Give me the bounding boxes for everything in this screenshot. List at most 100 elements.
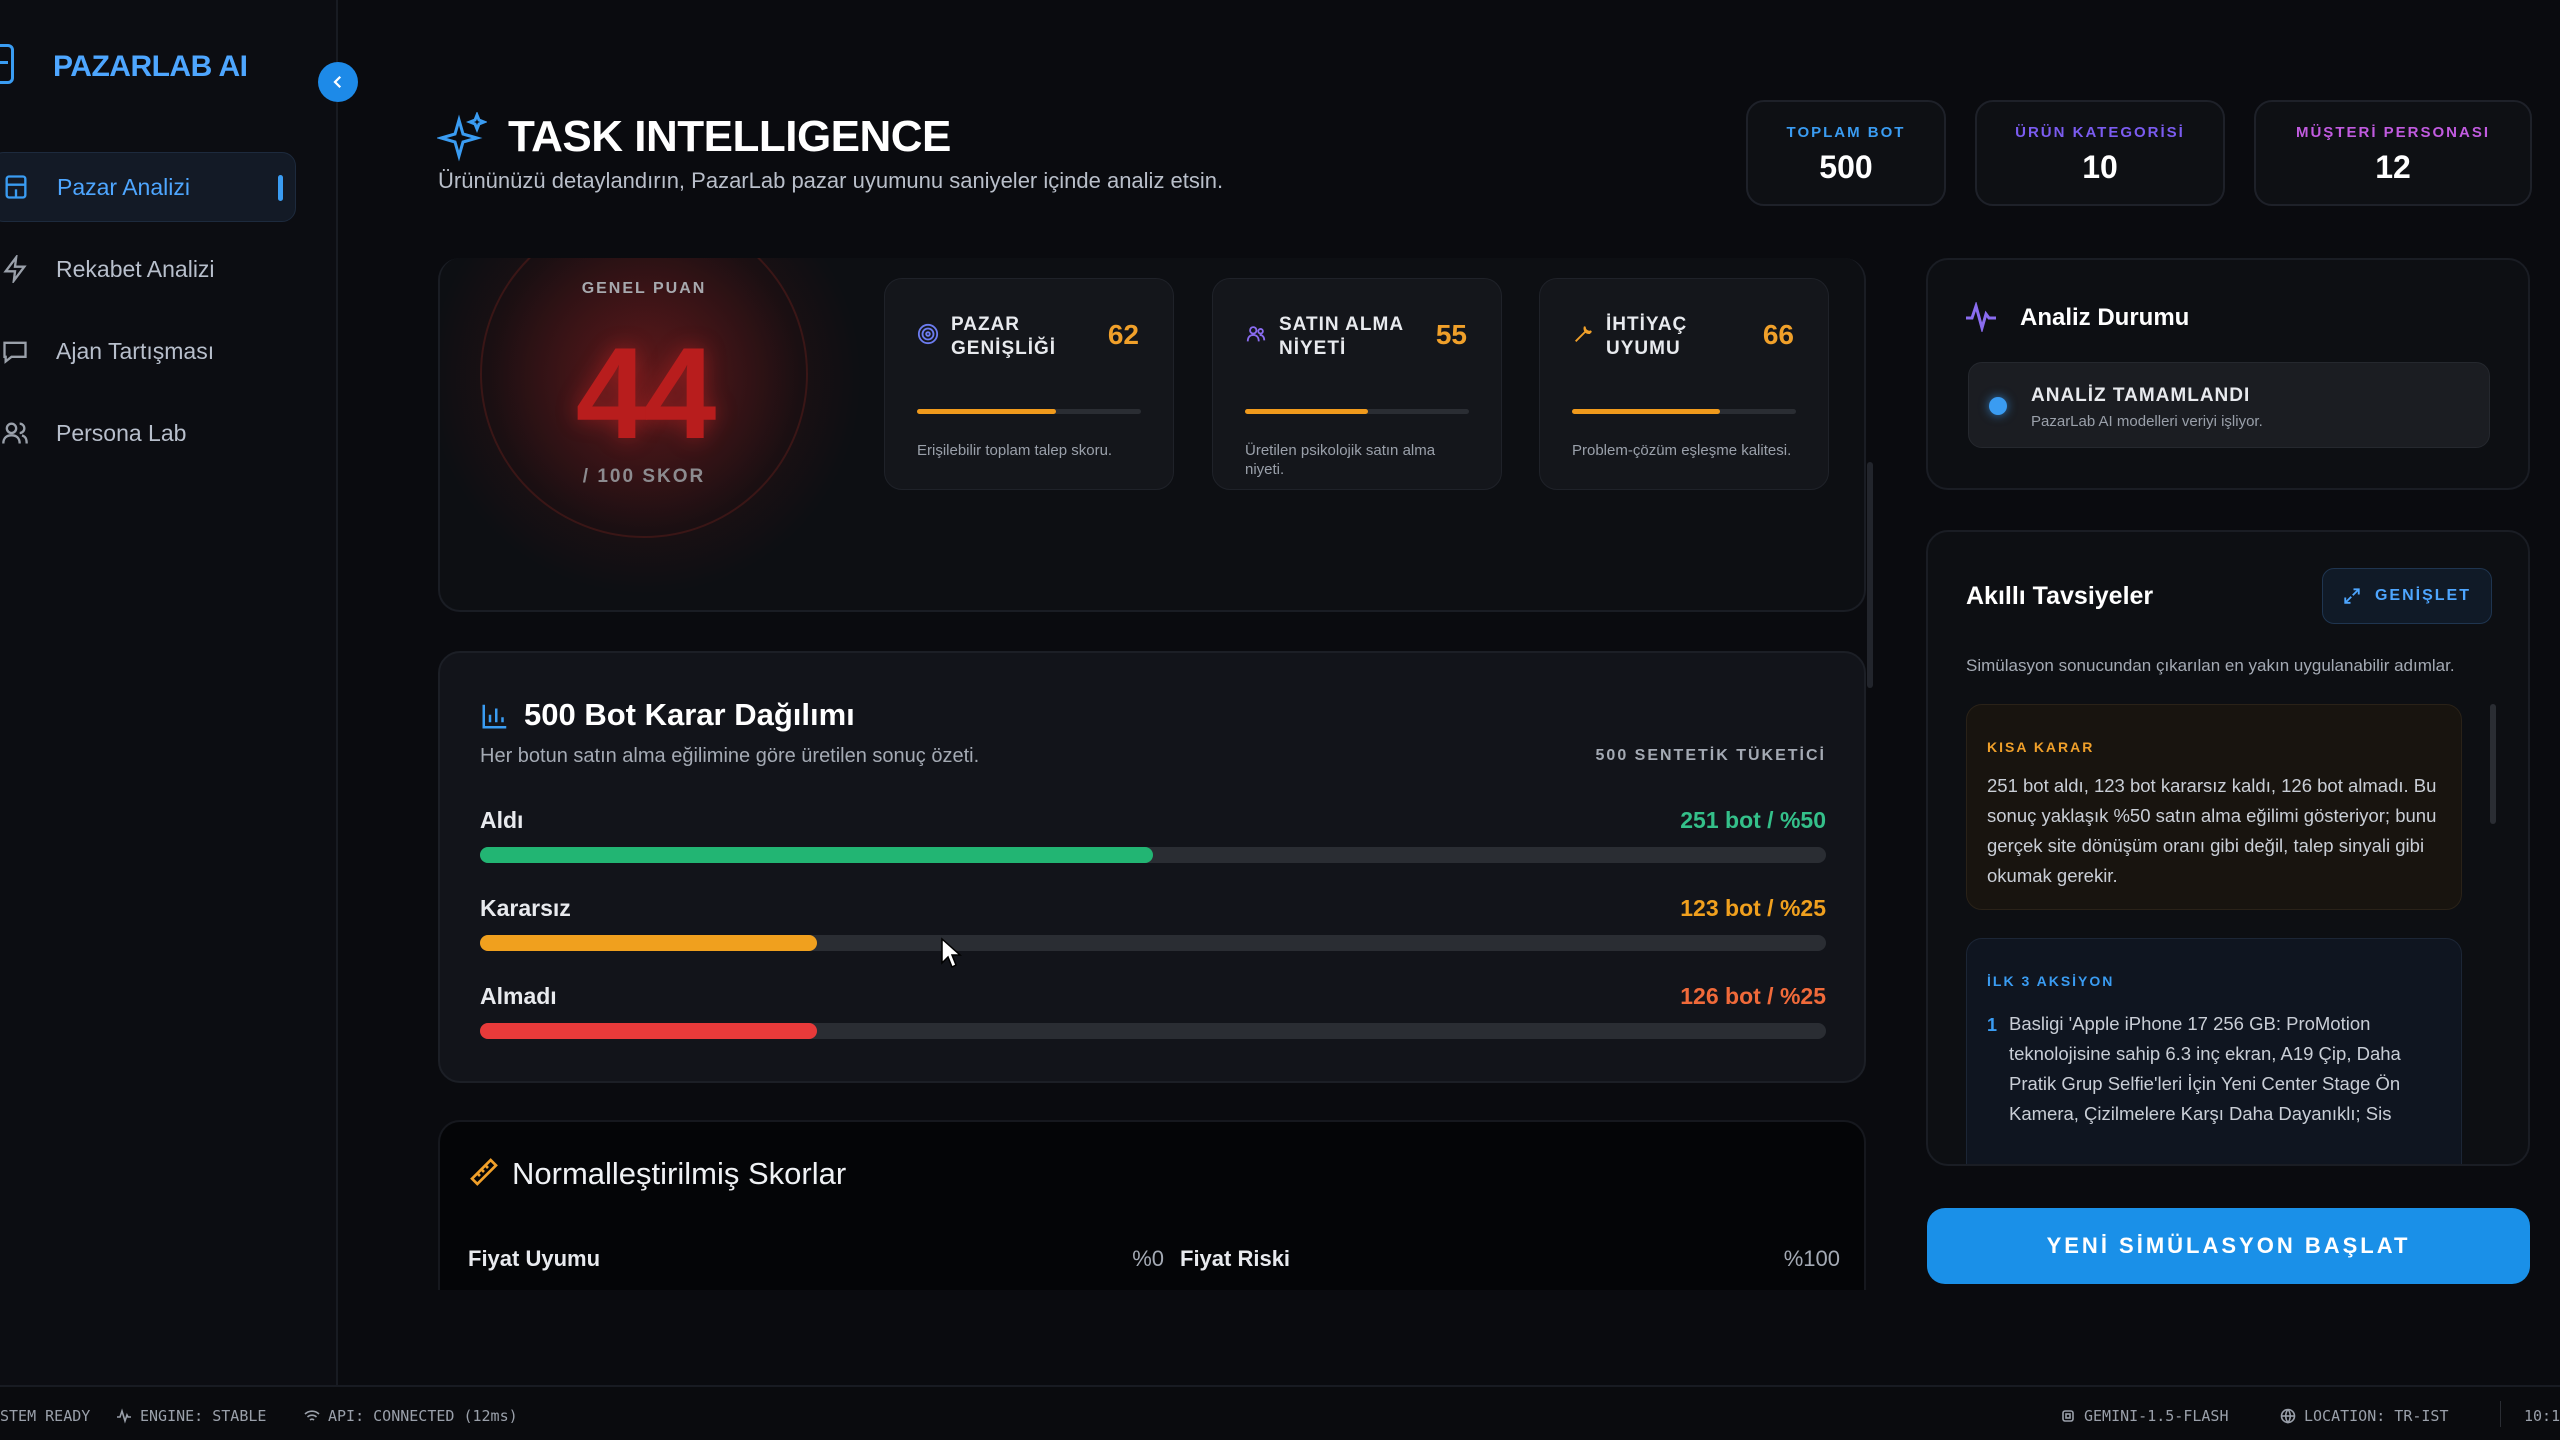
stat-card-total-bot: TOPLAM BOT 500 [1746, 100, 1946, 206]
collapse-sidebar-button[interactable] [318, 62, 358, 102]
wrench-icon [1575, 326, 1592, 342]
stat-label: TOPLAM BOT [1786, 124, 1906, 141]
metric-progress-track [1572, 409, 1796, 414]
store-icon [1, 172, 31, 202]
bolt-icon [0, 254, 30, 284]
wifi-icon [304, 1410, 320, 1421]
recommendations-scrollbar[interactable] [2490, 704, 2496, 824]
api-status-text: API: CONNECTED (12ms) [328, 1407, 518, 1425]
stat-label: MÜŞTERİ PERSONASI [2295, 124, 2491, 141]
metric-progress-fill [1245, 409, 1369, 414]
cpu-icon [2062, 1410, 2074, 1422]
main-scrollbar[interactable] [1867, 462, 1873, 688]
activity-icon [1966, 302, 1996, 332]
distribution-row-label: Kararsız [480, 895, 571, 921]
pulse-icon [117, 1408, 131, 1424]
score-panel: GENEL PUAN 44 / 100 SKOR PAZAR GENİŞLİĞİ… [438, 258, 1866, 612]
model-status: GEMINI-1.5-FLASH [2060, 1407, 2229, 1425]
normalized-scores-title: Normalleştirilmiş Skorlar [512, 1156, 847, 1191]
metric-value: 55 [1435, 319, 1467, 350]
model-status-text: GEMINI-1.5-FLASH [2084, 1407, 2229, 1425]
analysis-status-panel: Analiz Durumu ANALİZ TAMAMLANDI PazarLab… [1926, 258, 2530, 490]
persons-icon [1246, 326, 1266, 342]
short-decision-card: KISA KARAR 251 bot aldı, 123 bot kararsı… [1966, 704, 2462, 910]
sidebar-item-rekabet-analizi[interactable]: Rekabet Analizi [0, 234, 296, 304]
normalized-item-value: %0 [1132, 1246, 1164, 1271]
chevron-left-icon [333, 75, 342, 89]
distribution-row-undecided: Kararsız 123 bot / %25 [480, 895, 1826, 975]
globe-icon [2280, 1408, 2296, 1424]
stat-value: 500 [1819, 149, 1873, 185]
distribution-bar-fill [480, 847, 1153, 863]
ruler-icon [470, 1158, 498, 1186]
distribution-row-not-bought: Almadı 126 bot / %25 [480, 983, 1826, 1063]
normalized-scores-panel: Normalleştirilmiş Skorlar Fiyat Uyumu %0… [438, 1120, 1866, 1290]
engine-status-text: ENGINE: STABLE [140, 1407, 267, 1425]
short-decision-text: 251 bot aldı, 123 bot kararsız kaldı, 12… [1987, 775, 2437, 886]
engine-status: ENGINE: STABLE [116, 1407, 266, 1425]
distribution-total: 500 SENTETİK TÜKETİCİ [1595, 747, 1826, 764]
chat-icon [0, 336, 30, 366]
recommendations-panel: Akıllı Tavsiyeler GENİŞLET Simülasyon so… [1926, 530, 2530, 1166]
metric-progress-track [1245, 409, 1469, 414]
distribution-bar-fill [480, 935, 817, 951]
analysis-status-box: ANALİZ TAMAMLANDI PazarLab AI modelleri … [1968, 362, 2490, 448]
sidebar-item-ajan-tartismasi[interactable]: Ajan Tartışması [0, 316, 296, 386]
status-bar: STEM READY ENGINE: STABLE API: CONNECTED… [0, 1385, 2560, 1440]
metric-description: Erişilebilir toplam talep skoru. [917, 442, 1113, 459]
top-actions-card: İLK 3 AKSİYON 1 Basligi 'Apple iPhone 17… [1966, 938, 2462, 1164]
normalized-item-label: Fiyat Uyumu [468, 1246, 601, 1271]
metric-card-need-fit: İHTİYAÇ UYUMU 66 Problem-çözüm eşleşme k… [1539, 278, 1829, 490]
sidebar-item-label: Pazar Analizi [57, 173, 190, 200]
status-divider [2500, 1401, 2501, 1427]
analysis-status-title: Analiz Durumu [2020, 304, 2190, 331]
distribution-title: 500 Bot Karar Dağılımı [524, 697, 855, 732]
metric-card-market-breadth: PAZAR GENİŞLİĞİ 62 Erişilebilir toplam t… [884, 278, 1174, 490]
stat-label: ÜRÜN KATEGORİSİ [2015, 124, 2185, 141]
api-status: API: CONNECTED (12ms) [304, 1407, 518, 1425]
expand-icon [2344, 588, 2360, 604]
app-logo[interactable]: PAZARLAB AI [53, 50, 248, 84]
page-subtitle: Ürününüzü detaylandırın, PazarLab pazar … [438, 168, 1224, 193]
stat-value: 10 [2082, 149, 2118, 185]
metric-progress-fill [917, 409, 1056, 414]
recommendations-title: Akıllı Tavsiyeler [1966, 582, 2154, 610]
metric-name: PAZAR GENİŞLİĞİ [951, 314, 1057, 359]
users-icon [0, 418, 30, 448]
metric-name: İHTİYAÇ UYUMU [1606, 314, 1688, 359]
sidebar-item-pazar-analizi[interactable]: Pazar Analizi [0, 152, 296, 222]
distribution-bar-track [480, 1023, 1826, 1039]
location-status: LOCATION: TR-IST [2280, 1407, 2449, 1425]
sparkle-icon [437, 112, 487, 162]
sidebar-item-label: Persona Lab [56, 419, 187, 446]
distribution-row-bought: Aldı 251 bot / %50 [480, 807, 1826, 887]
distribution-row-value: 123 bot / %25 [1680, 895, 1826, 921]
distribution-bar-track [480, 847, 1826, 863]
expand-button[interactable]: GENİŞLET [2322, 568, 2492, 624]
distribution-row-label: Aldı [480, 807, 524, 833]
bot-distribution-panel: 500 Bot Karar Dağılımı Her botun satın a… [438, 651, 1866, 1083]
overall-score-unit: / 100 SKOR [582, 466, 706, 487]
status-indicator-dot [1989, 397, 2007, 415]
metric-description: Üretilen psikolojik satın alma niyeti. [1245, 442, 1436, 478]
metric-value: 66 [1762, 319, 1794, 350]
analysis-status-detail: PazarLab AI modelleri veriyi işliyor. [2031, 413, 2263, 430]
sidebar: PAZARLAB AI Pazar Analizi Rekabet Analiz… [0, 0, 338, 1385]
overall-score-label: GENEL PUAN [581, 280, 707, 297]
sidebar-item-persona-lab[interactable]: Persona Lab [0, 398, 296, 468]
normalized-item-value: %100 [1783, 1246, 1840, 1271]
location-status-text: LOCATION: TR-IST [2304, 1407, 2449, 1425]
overall-score-value: 44 [575, 320, 717, 466]
target-icon [917, 323, 939, 345]
distribution-row-value: 126 bot / %25 [1680, 983, 1826, 1009]
stat-card-product-category: ÜRÜN KATEGORİSİ 10 [1975, 100, 2225, 206]
stat-card-customer-persona: MÜŞTERİ PERSONASI 12 [2254, 100, 2532, 206]
clock: 10:1 [2524, 1407, 2560, 1425]
metric-name: SATIN ALMA NİYETİ [1279, 314, 1404, 359]
metric-progress-fill [1572, 409, 1720, 414]
metric-value: 62 [1107, 319, 1139, 350]
new-simulation-button[interactable]: YENİ SİMÜLASYON BAŞLAT [1927, 1208, 2530, 1284]
recommendations-subtitle: Simülasyon sonucundan çıkarılan en yakın… [1966, 656, 2455, 675]
expand-button-label: GENİŞLET [2374, 587, 2471, 604]
distribution-bar-track [480, 935, 1826, 951]
